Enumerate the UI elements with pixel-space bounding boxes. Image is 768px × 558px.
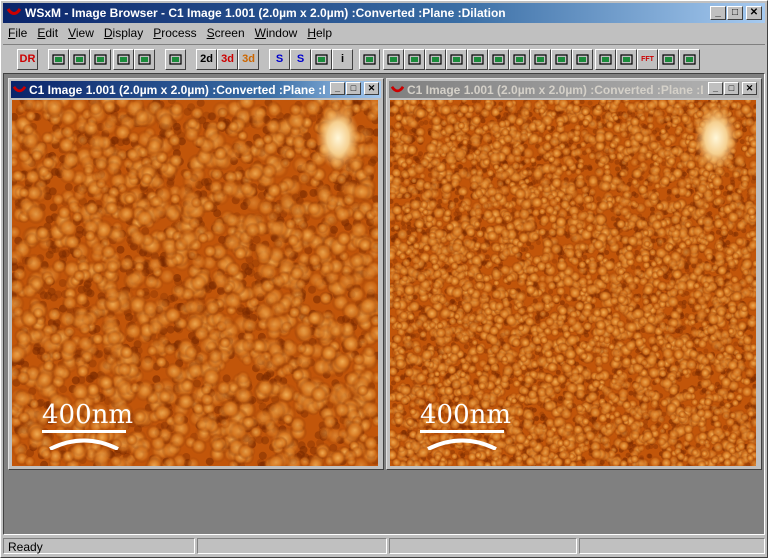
view-3d-shaded-button[interactable]: 3d <box>238 49 259 70</box>
menu-edit[interactable]: Edit <box>32 24 63 42</box>
menu-process[interactable]: Process <box>148 24 201 42</box>
cross-icon[interactable] <box>658 49 679 70</box>
scale-label: 400nm <box>420 400 512 430</box>
status-bar: Ready <box>3 537 765 555</box>
zoom-in-icon[interactable] <box>404 49 425 70</box>
title-bar[interactable]: WSxM - Image Browser - C1 Image 1.001 (2… <box>3 3 765 23</box>
tree-icon[interactable] <box>165 49 186 70</box>
menu-help[interactable]: Help <box>302 24 337 42</box>
toolbar: DR 2d 3d 3d S Si FFT <box>3 44 765 74</box>
triangle-icon[interactable] <box>509 49 530 70</box>
menu-bar: File Edit View Display Process Screen Window He… <box>3 24 337 42</box>
scale-arc-icon <box>427 438 497 450</box>
view-2d-button[interactable]: 2d <box>196 49 217 70</box>
save-icon[interactable] <box>69 49 90 70</box>
palette-icon[interactable] <box>311 49 332 70</box>
s-filled-button[interactable]: S <box>290 49 311 70</box>
profile-icon[interactable] <box>446 49 467 70</box>
maximize-button[interactable]: □ <box>724 82 739 95</box>
status-pane-3 <box>389 538 577 554</box>
minimize-button[interactable]: _ <box>330 82 345 95</box>
status-pane-2 <box>197 538 387 554</box>
colorbar-icon[interactable] <box>595 49 616 70</box>
points-icon[interactable] <box>530 49 551 70</box>
app-title: WSxM - Image Browser - C1 Image 1.001 (2… <box>25 6 506 20</box>
histogram-icon[interactable] <box>616 49 637 70</box>
view-3d-button[interactable]: 3d <box>217 49 238 70</box>
maximize-button[interactable]: □ <box>727 6 743 20</box>
wsxm-logo-icon <box>13 85 26 93</box>
scale-bar: 400nm <box>420 400 520 450</box>
app-window: WSxM - Image Browser - C1 Image 1.001 (2… <box>0 0 768 558</box>
dr-button[interactable]: DR <box>17 49 38 70</box>
zoom-out-icon[interactable] <box>425 49 446 70</box>
fft-icon[interactable]: FFT <box>637 49 658 70</box>
properties-icon[interactable] <box>113 49 134 70</box>
scale-line <box>420 430 504 433</box>
settings-icon[interactable] <box>679 49 700 70</box>
image-window-2[interactable]: C1 Image 1.001 (2.0µm x 2.0µm) :Converte… <box>386 78 762 470</box>
close-button[interactable]: ✕ <box>742 82 757 95</box>
close-button[interactable]: ✕ <box>364 82 379 95</box>
measure-icon[interactable] <box>551 49 572 70</box>
s-button[interactable]: S <box>269 49 290 70</box>
fill-icon[interactable] <box>383 49 404 70</box>
menu-window[interactable]: Window <box>250 24 303 42</box>
afm-image-2[interactable]: 400nm <box>390 100 756 466</box>
image-window-1-titlebar[interactable]: C1 Image 1.001 (2.0µm x 2.0µm) :Converte… <box>11 81 381 98</box>
minimize-button[interactable]: _ <box>710 6 726 20</box>
status-text: Ready <box>3 538 195 554</box>
print-icon[interactable] <box>90 49 111 70</box>
menu-display[interactable]: Display <box>99 24 148 42</box>
close-button[interactable]: ✕ <box>746 6 762 20</box>
image-window-1-title: C1 Image 1.001 (2.0µm x 2.0µm) :Converte… <box>29 83 325 97</box>
wsxm-logo-icon <box>391 85 404 93</box>
menu-screen[interactable]: Screen <box>202 24 250 42</box>
afm-image-1[interactable]: 400nm <box>12 100 378 466</box>
scale-bar: 400nm <box>42 400 142 450</box>
scale-label: 400nm <box>42 400 134 430</box>
image-window-1[interactable]: C1 Image 1.001 (2.0µm x 2.0µm) :Converte… <box>8 78 384 470</box>
copy-icon[interactable] <box>134 49 155 70</box>
scale-line <box>42 430 126 433</box>
menu-view[interactable]: View <box>63 24 99 42</box>
grid-icon[interactable] <box>488 49 509 70</box>
maximize-button[interactable]: □ <box>346 82 361 95</box>
movie-icon[interactable] <box>572 49 593 70</box>
info-button[interactable]: i <box>332 49 353 70</box>
mdi-workspace: C1 Image 1.001 (2.0µm x 2.0µm) :Converte… <box>3 73 765 535</box>
scale-arc-icon <box>49 438 119 450</box>
eraser-icon[interactable] <box>359 49 380 70</box>
menu-file[interactable]: File <box>3 24 32 42</box>
image-window-2-title: C1 Image 1.001 (2.0µm x 2.0µm) :Converte… <box>407 83 703 97</box>
status-pane-4 <box>579 538 765 554</box>
wsxm-logo-icon <box>7 8 21 15</box>
minimize-button[interactable]: _ <box>708 82 723 95</box>
open-icon[interactable] <box>48 49 69 70</box>
profile-2-icon[interactable] <box>467 49 488 70</box>
image-window-2-titlebar[interactable]: C1 Image 1.001 (2.0µm x 2.0µm) :Converte… <box>389 81 759 98</box>
